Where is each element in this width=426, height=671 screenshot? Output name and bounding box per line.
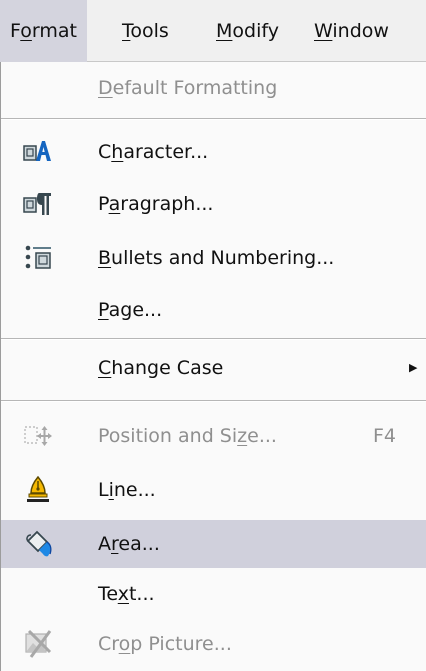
menu-item-character[interactable]: Character... [1,128,426,176]
menubar-modify[interactable]: Modify [206,0,289,62]
menu-separator [1,338,426,340]
text-label: Text... [98,583,155,605]
change-case-label: Change Case [98,357,224,379]
menubar-modify-label: Modify [216,20,279,42]
position-size-shortcut: F4 [373,425,397,447]
menubar-window-label: Window [314,20,389,42]
menu-item-page[interactable]: Page... [1,286,426,334]
menu-item-change-case[interactable]: Change Case ▶ [1,344,426,392]
menu-item-text[interactable]: Text... [1,570,426,618]
menu-item-line[interactable]: Line... [1,466,426,514]
character-label: Character... [98,141,209,163]
line-label: Line... [98,479,156,501]
menu-item-bullets-numbering[interactable]: Bullets and Numbering... [1,234,426,282]
area-paint-bucket-icon [23,529,53,559]
bullets-numbering-label: Bullets and Numbering... [98,247,335,269]
default-formatting-label: Default Formatting [98,77,278,99]
paragraph-label: Paragraph... [98,193,214,215]
crop-picture-label: Crop Picture... [98,633,232,655]
bullets-numbering-icon [23,243,53,273]
position-size-icon [23,421,53,451]
menu-item-area[interactable]: Area... [1,520,426,568]
page-label: Page... [98,299,163,321]
line-pen-icon [23,475,53,505]
menu-bar: Format Tools Modify Window [0,0,426,62]
paragraph-icon [23,189,53,219]
crop-picture-icon [23,629,53,659]
menu-separator [1,118,426,120]
menubar-format-label: Format [10,20,77,42]
character-icon [23,137,53,167]
menu-item-position-size[interactable]: Position and Size... F4 [1,412,426,460]
menu-separator [1,400,426,402]
format-menu: Default Formatting Character... Paragrap… [0,62,426,671]
area-label: Area... [98,533,160,555]
menubar-format[interactable]: Format [0,0,87,62]
submenu-arrow-icon: ▶ [409,361,418,374]
menu-item-paragraph[interactable]: Paragraph... [1,180,426,228]
menu-item-crop-picture[interactable]: Crop Picture... [1,620,426,668]
menubar-tools[interactable]: Tools [112,0,179,62]
menubar-tools-label: Tools [122,20,169,42]
menubar-window[interactable]: Window [304,0,399,62]
menu-item-default-formatting[interactable]: Default Formatting [1,64,426,112]
position-size-label: Position and Size... [98,425,277,447]
